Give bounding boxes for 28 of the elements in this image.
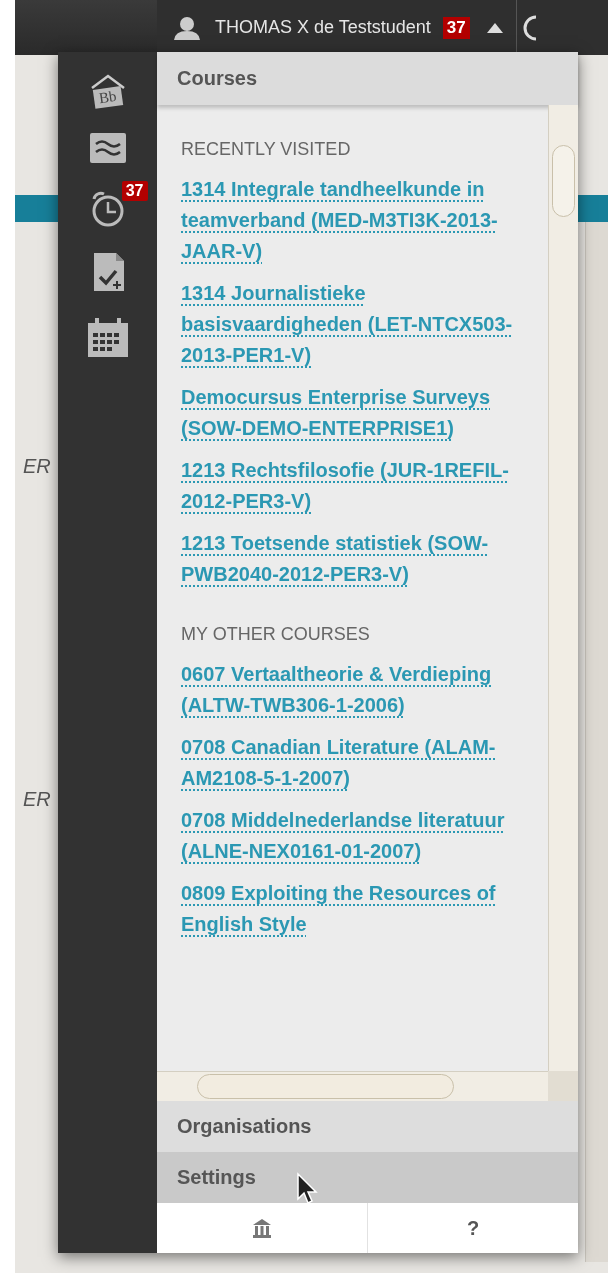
course-link[interactable]: 1213 Toetsende statistiek (SOW-PWB2040-2012-PER3-V) [181, 528, 520, 590]
horizontal-scrollbar[interactable] [157, 1071, 548, 1101]
course-link[interactable]: 0607 Vertaaltheorie & Verdieping (ALTW-TWB306-1-2006) [181, 659, 520, 721]
vertical-scrollbar[interactable] [548, 105, 578, 1071]
section-heading: MY OTHER COURSES [181, 624, 371, 645]
course-link[interactable]: 1314 Integrale tandheelkunde in teamverband (MED-M3TI3K-2013-JAAR-V) [181, 174, 520, 267]
notification-badge: 37 [442, 16, 470, 39]
course-link[interactable]: 0708 Canadian Literature (ALAM-AM2108-5-1-2007) [181, 732, 520, 794]
user-icon [173, 14, 201, 41]
course-link[interactable]: 0708 Middelnederlandse literatuur (ALNE-NEX0161-01-2007) [181, 805, 520, 867]
menu-item[interactable]: Organisations [157, 1101, 578, 1152]
panel-header: Courses [157, 52, 578, 105]
calendar-icon[interactable] [85, 317, 130, 359]
logo-text[interactable]: Bb [92, 86, 123, 109]
section-heading: RECENTLY VISITED [181, 139, 352, 160]
building-icon [252, 1218, 272, 1238]
notification-badge: 37 [121, 181, 148, 201]
user-menu-button[interactable]: THOMAS X de Teststudent [173, 14, 431, 41]
background-text: ER [23, 788, 51, 811]
course-link[interactable]: Democursus Enterprise Surveys (SOW-DEMO-ENTERPRISE1) [181, 382, 520, 444]
background-text: ER [23, 455, 51, 478]
scrollbar-corner [548, 1071, 578, 1101]
course-link[interactable]: 0809 Exploiting the Resources of English Style [181, 878, 520, 940]
menu-item[interactable]: Settings [157, 1152, 578, 1203]
course-link[interactable]: 1314 Journalistieke basisvaardigheden (LET-NTCX503-2013-PER1-V) [181, 278, 520, 371]
user-name: THOMAS X de Teststudent [215, 17, 431, 38]
course-link[interactable]: 1213 Rechtsfilosofie (JUR-1REFIL-2012-PER3-V) [181, 455, 520, 517]
waves-icon[interactable] [87, 131, 128, 165]
